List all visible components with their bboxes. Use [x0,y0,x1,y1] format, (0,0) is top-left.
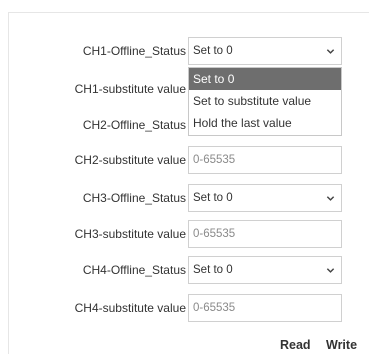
ch3-offline-status-value: Set to 0 [193,192,233,204]
option-set-to-substitute-value[interactable]: Set to substitute value [189,90,341,112]
ch4-substitute-row: CH4-substitute value 0-65535 [9,294,369,322]
chevron-down-icon [326,268,335,273]
ch3-offline-status-select[interactable]: Set to 0 [188,184,342,212]
ch2-substitute-row: CH2-substitute value 0-65535 [9,146,369,174]
ch1-offline-status-options: Set to 0 Set to substitute value Hold th… [188,67,342,136]
ch4-offline-status-value: Set to 0 [193,264,233,276]
ch3-substitute-row: CH3-substitute value 0-65535 [9,220,369,248]
ch2-substitute-label: CH2-substitute value [74,153,186,167]
option-set-to-0[interactable]: Set to 0 [189,68,341,90]
ch1-offline-status-select[interactable]: Set to 0 [188,37,342,65]
chevron-down-icon [326,196,335,201]
ch3-substitute-label: CH3-substitute value [74,227,186,241]
ch1-offline-status-label: CH1-Offline_Status [82,44,186,58]
offline-settings-panel: CH1-Offline_Status Set to 0 CH1-substitu… [8,12,369,354]
ch2-substitute-input[interactable]: 0-65535 [188,146,342,174]
ch4-offline-status-label: CH4-Offline_Status [82,263,186,277]
ch4-substitute-label: CH4-substitute value [74,301,186,315]
ch3-offline-status-label: CH3-Offline_Status [82,191,186,205]
ch4-offline-status-row: CH4-Offline_Status Set to 0 [9,256,369,284]
ch2-offline-status-label: CH2-Offline_Status [82,118,186,132]
ch1-offline-status-value: Set to 0 [193,45,233,57]
ch4-substitute-input[interactable]: 0-65535 [188,294,342,322]
write-button[interactable]: Write [326,336,357,354]
ch1-offline-status-row: CH1-Offline_Status Set to 0 [9,37,369,65]
ch3-substitute-input[interactable]: 0-65535 [188,220,342,248]
read-button[interactable]: Read [280,336,311,354]
ch1-substitute-label: CH1-substitute value [74,82,186,96]
ch3-offline-status-row: CH3-Offline_Status Set to 0 [9,184,369,212]
ch4-offline-status-select[interactable]: Set to 0 [188,256,342,284]
option-hold-last-value[interactable]: Hold the last value [189,112,341,134]
chevron-down-icon [326,49,335,54]
